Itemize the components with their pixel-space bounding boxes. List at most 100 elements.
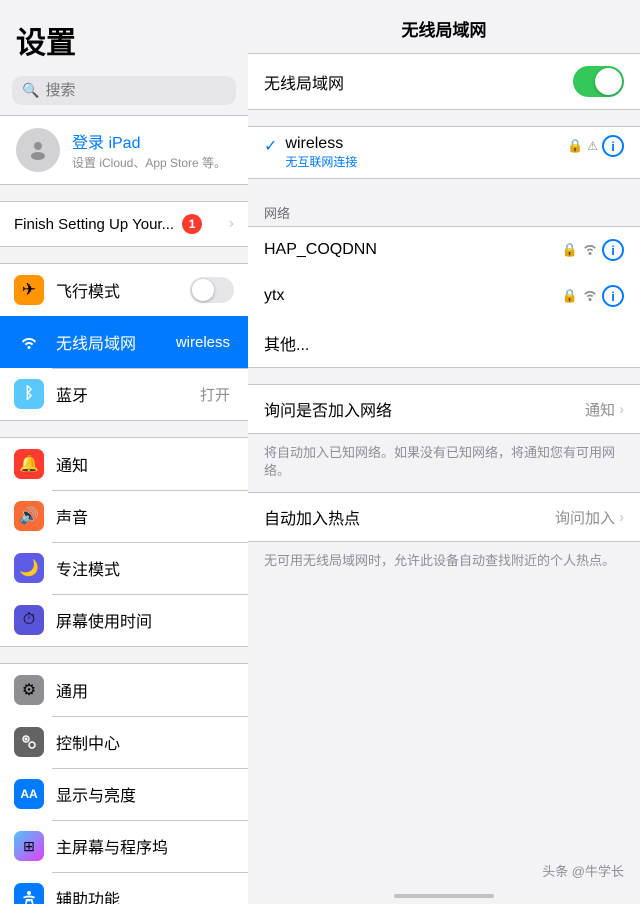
sidebar-item-screentime[interactable]: ⏱ 屏幕使用时间 <box>0 594 248 646</box>
watermark: 头条 @牛学长 <box>248 857 640 888</box>
auto-hotspot-section: 自动加入热点 询问加入 › <box>248 492 640 542</box>
bluetooth-icon-box: ᛒ <box>14 379 44 409</box>
sounds-icon-box: 🔊 <box>14 501 44 531</box>
avatar <box>16 128 60 172</box>
general-icon-box: ⚙ <box>14 675 44 705</box>
main-panel: 无线局域网 无线局域网 ✓ wireless 无互联网连接 🔒 ⚠ i 网络 <box>248 0 640 904</box>
controlcenter-label: 控制中心 <box>56 730 234 754</box>
lock-icon-0: 🔒 <box>562 242 578 258</box>
accessibility-label: 辅助功能 <box>56 886 234 904</box>
airplane-toggle[interactable] <box>190 277 234 303</box>
chevron-right-icon: › <box>229 215 234 233</box>
notifications-label: 通知 <box>56 452 234 476</box>
wifi-toggle-section: 无线局域网 <box>248 53 640 110</box>
ask-join-row[interactable]: 询问是否加入网络 通知 › <box>248 385 640 433</box>
network-row-1[interactable]: ytx 🔒 i <box>248 273 640 319</box>
networks-list: HAP_COQDNN 🔒 i ytx 🔒 <box>248 226 640 368</box>
wifi-value: wireless <box>176 334 230 351</box>
screentime-label: 屏幕使用时间 <box>56 608 234 632</box>
bluetooth-value: 打开 <box>200 384 230 405</box>
auto-hotspot-label: 自动加入热点 <box>264 505 360 529</box>
accessibility-icon-box <box>14 883 44 904</box>
setup-badge: 1 <box>182 214 202 234</box>
sidebar-item-notifications[interactable]: 🔔 通知 <box>0 438 248 490</box>
search-input[interactable] <box>45 82 226 99</box>
checkmark-icon: ✓ <box>264 136 277 156</box>
ask-join-desc: 将自动加入已知网络。如果没有已知网络，将通知您有可用网络。 <box>248 438 640 492</box>
sidebar-item-focus[interactable]: 🌙 专注模式 <box>0 542 248 594</box>
networks-section: 网络 HAP_COQDNN 🔒 i ytx � <box>248 195 640 384</box>
connected-network-sub: 无互联网连接 <box>285 153 567 170</box>
sidebar-item-display[interactable]: AA 显示与亮度 <box>0 768 248 820</box>
sidebar-item-controlcenter[interactable]: 控制中心 <box>0 716 248 768</box>
wifi-label: 无线局域网 <box>56 330 164 354</box>
ask-join-value: 通知 <box>585 399 615 420</box>
network-name-0: HAP_COQDNN <box>264 241 377 259</box>
sidebar-item-homescreen[interactable]: ⊞ 主屏幕与程序坞 <box>0 820 248 872</box>
auto-hotspot-desc: 无可用无线局域网时，允许此设备自动查找附近的个人热点。 <box>248 546 640 582</box>
profile-name: 登录 iPad <box>72 129 226 153</box>
network-info-btn-0[interactable]: i <box>602 239 624 261</box>
wifi-toggle-switch[interactable] <box>573 66 624 97</box>
sidebar-item-general[interactable]: ⚙ 通用 <box>0 664 248 716</box>
ask-join-label: 询问是否加入网络 <box>264 397 392 421</box>
wifi-icon-box <box>14 327 44 357</box>
search-icon: 🔍 <box>22 82 39 99</box>
display-label: 显示与亮度 <box>56 782 234 806</box>
wifi-toggle-label: 无线局域网 <box>264 70 344 94</box>
network-row-2[interactable]: 其他... <box>248 319 640 367</box>
setup-banner[interactable]: Finish Setting Up Your... 1 › <box>0 201 248 247</box>
lock-icon-1: 🔒 <box>562 288 578 304</box>
connected-network-row[interactable]: ✓ wireless 无互联网连接 🔒 ⚠ i <box>248 127 640 178</box>
profile-text: 登录 iPad 设置 iCloud、App Store 等。 <box>72 129 226 171</box>
sidebar: 设置 🔍 登录 iPad 设置 iCloud、App Store 等。 Fini… <box>0 0 248 904</box>
wifi-icon-1 <box>582 288 598 304</box>
setup-banner-text: Finish Setting Up Your... <box>14 216 174 233</box>
connected-network-section: ✓ wireless 无互联网连接 🔒 ⚠ i <box>248 126 640 179</box>
general-label: 通用 <box>56 678 234 702</box>
auto-hotspot-value: 询问加入 <box>555 507 615 528</box>
connected-network-info-btn[interactable]: i <box>602 135 624 157</box>
auto-hotspot-section-wrapper: 自动加入热点 询问加入 › 无可用无线局域网时，允许此设备自动查找附近的个人热点… <box>248 492 640 582</box>
home-indicator <box>394 894 494 898</box>
network-name-1: ytx <box>264 287 284 305</box>
sounds-label: 声音 <box>56 504 234 528</box>
bluetooth-label: 蓝牙 <box>56 382 188 406</box>
profile-desc: 设置 iCloud、App Store 等。 <box>72 154 226 171</box>
sidebar-item-wifi[interactable]: 无线局域网 wireless <box>0 316 248 368</box>
sidebar-item-bluetooth[interactable]: ᛒ 蓝牙 打开 <box>0 368 248 420</box>
sidebar-item-airplane[interactable]: ✈ 飞行模式 <box>0 264 248 316</box>
networks-section-label: 网络 <box>248 195 640 226</box>
panel-header: 无线局域网 <box>248 0 640 53</box>
network-name-2: 其他... <box>264 331 309 355</box>
auto-hotspot-row[interactable]: 自动加入热点 询问加入 › <box>248 493 640 541</box>
focus-icon-box: 🌙 <box>14 553 44 583</box>
connected-network-name: wireless <box>285 135 567 153</box>
ask-join-section: 询问是否加入网络 通知 › <box>248 384 640 434</box>
profile-row[interactable]: 登录 iPad 设置 iCloud、App Store 等。 <box>0 115 248 185</box>
sidebar-item-sounds[interactable]: 🔊 声音 <box>0 490 248 542</box>
search-bar[interactable]: 🔍 <box>12 76 236 105</box>
settings-group-1: ✈ 飞行模式 无线局域网 wireless ᛒ 蓝牙 打开 <box>0 263 248 421</box>
lock-icon: 🔒 <box>567 138 583 154</box>
network-info-btn-1[interactable]: i <box>602 285 624 307</box>
sidebar-item-accessibility[interactable]: 辅助功能 <box>0 872 248 904</box>
notifications-icon-box: 🔔 <box>14 449 44 479</box>
airplane-icon-box: ✈ <box>14 275 44 305</box>
ask-join-section-wrapper: 询问是否加入网络 通知 › 将自动加入已知网络。如果没有已知网络，将通知您有可用… <box>248 384 640 492</box>
sidebar-title: 设置 <box>0 0 248 72</box>
wifi-icon-0 <box>582 242 598 258</box>
wifi-toggle-row[interactable]: 无线局域网 <box>248 54 640 109</box>
settings-group-3: ⚙ 通用 控制中心 AA 显示与亮度 ⊞ 主屏幕与程序坞 <box>0 663 248 904</box>
display-icon-box: AA <box>14 779 44 809</box>
network-row-0[interactable]: HAP_COQDNN 🔒 i <box>248 227 640 273</box>
screentime-icon-box: ⏱ <box>14 605 44 635</box>
focus-label: 专注模式 <box>56 556 234 580</box>
controlcenter-icon-box <box>14 727 44 757</box>
ask-join-chevron-icon: › <box>619 401 624 418</box>
auto-hotspot-chevron-icon: › <box>619 509 624 526</box>
bottom-indicator <box>248 888 640 904</box>
homescreen-label: 主屏幕与程序坞 <box>56 834 234 858</box>
homescreen-icon-box: ⊞ <box>14 831 44 861</box>
airplane-label: 飞行模式 <box>56 278 178 302</box>
